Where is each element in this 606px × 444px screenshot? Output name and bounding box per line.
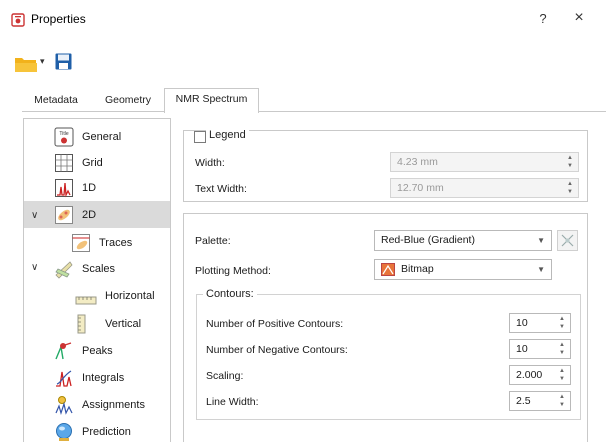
tree-item-assignments[interactable]: Assignments (54, 392, 145, 417)
width-spinbox[interactable]: 4.23 mm ▲ ▼ (390, 152, 579, 172)
palette-value: Red-Blue (Gradient) (381, 234, 475, 246)
chevron-down-icon: ▼ (537, 236, 545, 245)
vertical-scale-icon (77, 314, 86, 333)
spin-arrows-icon[interactable]: ▲ ▼ (557, 315, 567, 331)
palette-combo[interactable]: Red-Blue (Gradient) ▼ (374, 230, 552, 251)
peaks-icon (55, 341, 72, 359)
window-title: Properties (31, 12, 86, 26)
positive-contours-spinbox[interactable]: 10 ▲ ▼ (509, 313, 571, 333)
line-width-label: Line Width: (206, 396, 259, 408)
plotting-method-value: Bitmap (401, 263, 434, 275)
tab-geometry[interactable]: Geometry (97, 91, 159, 111)
spin-arrows-icon[interactable]: ▲ ▼ (557, 341, 567, 357)
legend-group-title: Legend (206, 129, 249, 141)
tree-item-horizontal[interactable]: Horizontal (75, 283, 155, 308)
negative-contours-value: 10 (516, 343, 528, 355)
line-width-spinbox[interactable]: 2.5 ▲ ▼ (509, 391, 571, 411)
expand-chevron-scales-icon[interactable]: ∨ (31, 262, 38, 273)
tree-item-prediction[interactable]: Prediction (54, 419, 131, 444)
tree-item-scales[interactable]: Scales (54, 256, 115, 281)
app-icon (11, 13, 25, 27)
tree-item-2d[interactable]: 2D (54, 202, 96, 227)
title-icon: Title (54, 127, 74, 146)
tree-item-label: 1D (82, 181, 97, 194)
tab-bar-divider (22, 111, 606, 112)
tree-item-label: Grid (82, 156, 103, 169)
scaling-spinbox[interactable]: 2.000 ▲ ▼ (509, 365, 571, 385)
tree-item-vertical[interactable]: Vertical (75, 311, 141, 336)
text-width-label: Text Width: (195, 183, 247, 195)
spin-arrows-icon[interactable]: ▲ ▼ (565, 180, 575, 196)
tree-selection-highlight (24, 201, 170, 228)
tree-item-integrals[interactable]: Integrals (54, 365, 124, 390)
negative-contours-spinbox[interactable]: 10 ▲ ▼ (509, 339, 571, 359)
tab-metadata[interactable]: Metadata (22, 91, 90, 111)
spectrum-1d-icon (55, 178, 73, 197)
help-button[interactable]: ? (536, 11, 550, 26)
legend-checkbox[interactable] (194, 131, 206, 143)
spin-arrows-icon[interactable]: ▲ ▼ (565, 154, 575, 170)
spin-arrows-icon[interactable]: ▲ ▼ (557, 393, 567, 409)
tree-item-label: Assignments (82, 398, 145, 411)
spectrum-2d-icon (55, 205, 73, 224)
scaling-label: Scaling: (206, 370, 244, 382)
tree-item-label: Scales (82, 262, 116, 275)
tree-item-traces[interactable]: Traces (71, 230, 132, 255)
text-width-value: 12.70 mm (397, 182, 444, 194)
tree-item-label: 2D (82, 208, 97, 221)
tree-item-peaks[interactable]: Peaks (54, 338, 113, 363)
bitmap-icon (381, 263, 395, 276)
spin-arrows-icon[interactable]: ▲ ▼ (557, 367, 567, 383)
plotting-method-combo[interactable]: Bitmap ▼ (374, 259, 552, 280)
contours-group-title: Contours: (203, 288, 257, 300)
text-width-spinbox[interactable]: 12.70 mm ▲ ▼ (390, 178, 579, 198)
negative-contours-label: Number of Negative Contours: (206, 344, 348, 356)
traces-icon (72, 233, 90, 252)
width-value: 4.23 mm (397, 156, 438, 168)
width-label: Width: (195, 157, 225, 169)
tree-item-label: Traces (99, 236, 133, 249)
tree-item-1d[interactable]: 1D (54, 175, 96, 200)
tree-item-label: Prediction (82, 425, 131, 438)
folder-open-icon[interactable] (14, 55, 38, 73)
tree-item-general[interactable]: Title General (54, 124, 121, 149)
title-icon-text: Title (59, 131, 68, 137)
tree-item-label: Vertical (105, 317, 142, 330)
tree-item-label: Peaks (82, 344, 113, 357)
line-width-value: 2.5 (516, 395, 531, 407)
assignments-icon (55, 395, 73, 415)
tree-item-label: General (82, 130, 122, 143)
palette-label: Palette: (195, 235, 231, 247)
prediction-icon (56, 422, 72, 441)
positive-contours-label: Number of Positive Contours: (206, 318, 344, 330)
positive-contours-value: 10 (516, 317, 528, 329)
save-disk-icon[interactable] (55, 53, 72, 70)
integrals-icon (56, 369, 72, 387)
expand-chevron-2d-icon[interactable]: ∨ (31, 210, 38, 221)
grid-icon (55, 153, 73, 172)
horizontal-scale-icon (75, 296, 97, 304)
tree-item-grid[interactable]: Grid (54, 150, 103, 175)
scales-icon (55, 260, 73, 279)
tab-nmr-spectrum[interactable]: NMR Spectrum (164, 88, 259, 113)
tree-item-label: Integrals (82, 371, 125, 384)
palette-edit-icon[interactable] (557, 230, 578, 251)
open-dropdown-arrow[interactable]: ▾ (40, 56, 45, 67)
chevron-down-icon: ▼ (537, 265, 545, 274)
close-button[interactable]: × (570, 9, 588, 27)
scaling-value: 2.000 (516, 369, 543, 381)
tree-item-label: Horizontal (105, 289, 155, 302)
plotting-method-label: Plotting Method: (195, 265, 271, 277)
